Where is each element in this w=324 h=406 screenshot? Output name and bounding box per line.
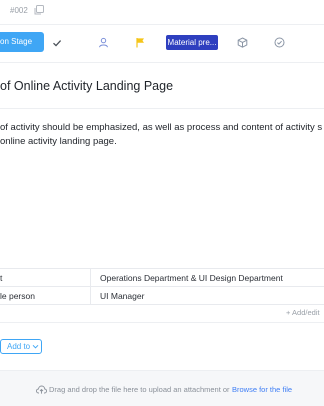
table-border [0, 286, 324, 287]
upload-instruction: Drag and drop the file here to upload an… [49, 385, 230, 394]
table-border [0, 268, 324, 269]
task-title[interactable]: of Online Activity Landing Page [0, 79, 173, 93]
box-icon[interactable] [237, 37, 248, 48]
browse-file-link[interactable]: Browse for the file [232, 385, 292, 394]
add-edit-fields-link[interactable]: + Add/edit [286, 308, 320, 317]
tag-badge[interactable]: Material pre... [166, 35, 218, 50]
assignee-icon[interactable] [98, 37, 109, 48]
flag-icon[interactable] [135, 37, 146, 48]
table-column-divider [90, 268, 91, 305]
stage-button[interactable]: on Stage [0, 32, 44, 52]
field-name: le person [0, 291, 35, 301]
field-name: t [0, 273, 3, 283]
divider [0, 322, 324, 323]
check-icon[interactable] [52, 38, 62, 48]
table-border [0, 304, 324, 305]
chevron-down-icon [32, 344, 39, 349]
task-description[interactable]: of activity should be emphasized, as wel… [0, 121, 322, 149]
circle-check-icon[interactable] [274, 37, 285, 48]
copy-icon[interactable] [34, 5, 44, 15]
description-line: online activity landing page. [0, 136, 117, 147]
divider [0, 108, 324, 109]
cloud-upload-icon [36, 385, 47, 394]
description-line: of activity should be emphasized, as wel… [0, 122, 323, 133]
task-id: #002 [10, 6, 28, 15]
task-id-bar [0, 0, 324, 25]
field-value[interactable]: UI Manager [100, 291, 144, 301]
field-value[interactable]: Operations Department & UI Design Depart… [100, 273, 283, 283]
